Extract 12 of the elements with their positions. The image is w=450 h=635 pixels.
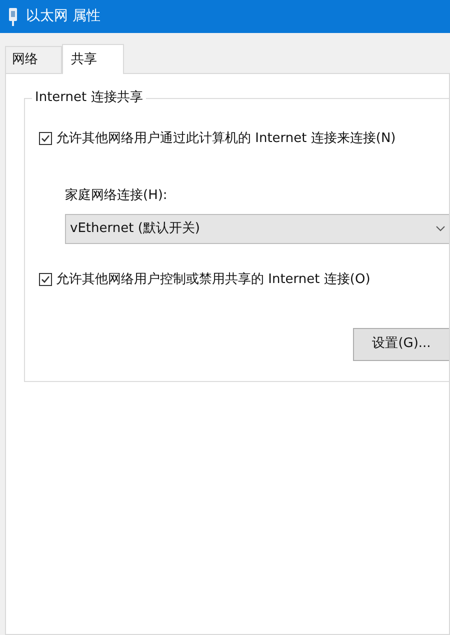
settings-button[interactable]: 设置(G)... [353, 328, 449, 360]
field-label: 家庭网络连接(H): [65, 186, 168, 204]
tab[interactable]: 网络 [5, 46, 62, 73]
dropdown[interactable]: vEthernet (默认开关) [65, 214, 449, 244]
checkbox[interactable] [39, 273, 52, 286]
checkbox[interactable] [39, 132, 52, 146]
chevron-down-icon [436, 226, 445, 232]
checkbox-label: 允许其他网络用户通过此计算机的 Internet 连接来连接(N) [56, 130, 396, 148]
window-title: 以太网 属性 [26, 7, 100, 26]
checkbox-label: 允许其他网络用户控制或禁用共享的 Internet 连接(O) [56, 271, 370, 289]
tab[interactable]: 共享 [62, 44, 124, 74]
network-adapter-icon [8, 8, 18, 26]
